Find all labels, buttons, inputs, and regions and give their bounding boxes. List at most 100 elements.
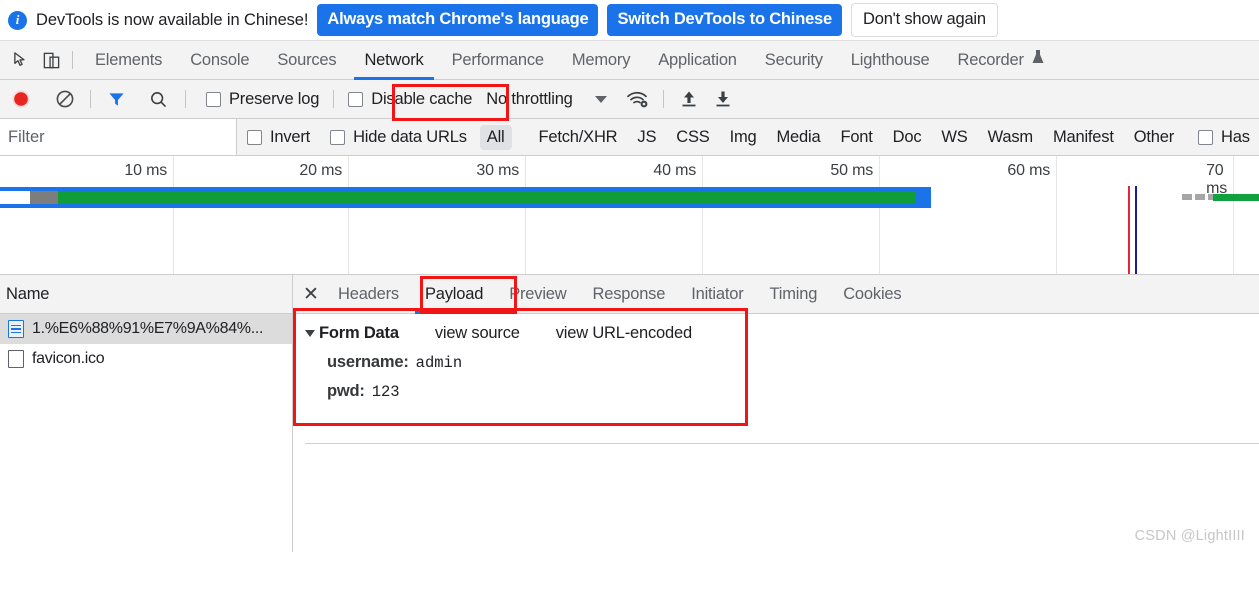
form-data-value: 123 — [371, 383, 400, 401]
preserve-log-box — [206, 91, 221, 107]
type-filter-wasm[interactable]: Wasm — [981, 125, 1040, 150]
overview-tick-label: 20 ms — [299, 162, 342, 179]
type-filter-font[interactable]: Font — [833, 125, 879, 150]
tab-lighthouse[interactable]: Lighthouse — [837, 41, 944, 80]
tab-performance[interactable]: Performance — [438, 41, 558, 80]
overview-request-bar-second — [1213, 194, 1259, 201]
hide-data-urls-box — [330, 129, 346, 145]
tab-cookies[interactable]: Cookies — [830, 275, 914, 314]
tab-security[interactable]: Security — [751, 41, 837, 80]
type-filter-fetch-xhr[interactable]: Fetch/XHR — [532, 125, 625, 150]
overview-tick-label: 70 ms — [1206, 162, 1228, 197]
preserve-log-label: Preserve log — [229, 89, 320, 108]
overview-bar-segment-queue — [30, 191, 58, 204]
type-filter-doc[interactable]: Doc — [886, 125, 929, 150]
overview-tick-label: 40 ms — [653, 162, 696, 179]
watermark: CSDN @LightIIII — [1134, 528, 1245, 544]
form-data-key: username: — [327, 353, 409, 371]
tab-payload[interactable]: Payload — [412, 275, 496, 314]
inspect-cursor-icon[interactable] — [6, 45, 36, 75]
tab-timing[interactable]: Timing — [757, 275, 831, 314]
search-icon[interactable] — [143, 84, 173, 114]
has-blocked-cookies-label: Has — [1221, 127, 1250, 146]
disable-cache-label: Disable cache — [371, 89, 473, 108]
hide-data-urls-checkbox[interactable]: Hide data URLs — [320, 128, 477, 147]
switch-devtools-to-chinese-button[interactable]: Switch DevTools to Chinese — [607, 4, 842, 36]
document-icon — [8, 320, 24, 338]
dom-content-loaded-marker — [1128, 186, 1130, 274]
toolbar-divider-5 — [662, 90, 664, 108]
request-list-pane: Name 1.%E6%88%91%E7%9A%84%... favicon.ic… — [0, 275, 293, 552]
tab-elements[interactable]: Elements — [81, 41, 176, 80]
table-row[interactable]: 1.%E6%88%91%E7%9A%84%... — [0, 314, 292, 344]
record-button-icon[interactable] — [6, 84, 36, 114]
request-detail-tabbar: ✕ Headers Payload Preview Response Initi… — [293, 275, 1259, 314]
toolbar-divider-2 — [90, 90, 91, 108]
type-filter-css[interactable]: CSS — [669, 125, 716, 150]
type-filter-media[interactable]: Media — [770, 125, 828, 150]
export-har-icon[interactable] — [706, 84, 740, 114]
device-toolbar-icon[interactable] — [36, 45, 66, 75]
info-icon: i — [8, 10, 27, 30]
toolbar-divider-4 — [333, 90, 335, 108]
devtools-language-banner: i DevTools is now available in Chinese! … — [0, 0, 1259, 41]
tab-response[interactable]: Response — [580, 275, 679, 314]
form-data-field: pwd: 123 — [327, 382, 1259, 401]
network-filter-bar: Invert Hide data URLs All Fetch/XHR JS C… — [0, 119, 1259, 156]
banner-message: DevTools is now available in Chinese! — [36, 10, 309, 29]
overview-gridline — [1233, 156, 1234, 274]
type-filter-all[interactable]: All — [479, 124, 512, 150]
triangle-expanded-icon[interactable] — [305, 330, 315, 337]
close-icon[interactable]: ✕ — [297, 280, 325, 308]
devtools-panel-tabbar: Elements Console Sources Network Perform… — [0, 41, 1259, 121]
tab-application[interactable]: Application — [644, 41, 751, 80]
type-filter-js[interactable]: JS — [630, 125, 663, 150]
overview-gridline — [525, 156, 526, 274]
overview-gridline — [173, 156, 174, 274]
tab-headers[interactable]: Headers — [325, 275, 412, 314]
tab-recorder[interactable]: Recorder — [944, 41, 1059, 80]
disable-cache-checkbox[interactable]: Disable cache — [338, 90, 482, 109]
type-filter-ws[interactable]: WS — [934, 125, 974, 150]
request-name: 1.%E6%88%91%E7%9A%84%... — [32, 320, 264, 337]
form-data-field: username: admin — [327, 353, 1259, 372]
tab-network[interactable]: Network — [350, 41, 437, 80]
tab-sources[interactable]: Sources — [263, 41, 350, 80]
tab-console[interactable]: Console — [176, 41, 263, 80]
type-filter-img[interactable]: Img — [723, 125, 764, 150]
blank-file-icon — [8, 350, 24, 368]
form-data-title: Form Data — [319, 324, 399, 342]
view-source-link[interactable]: view source — [435, 324, 520, 343]
experiment-flask-icon — [1031, 41, 1045, 80]
wifi-settings-icon[interactable] — [621, 84, 655, 114]
invert-checkbox[interactable]: Invert — [237, 128, 320, 147]
invert-box — [247, 129, 262, 145]
disable-cache-box — [348, 91, 364, 107]
request-list-header[interactable]: Name — [0, 275, 292, 314]
import-har-icon[interactable] — [672, 84, 706, 114]
type-filter-manifest[interactable]: Manifest — [1046, 125, 1121, 150]
table-row[interactable]: favicon.ico — [0, 344, 292, 374]
invert-label: Invert — [270, 127, 311, 146]
view-url-encoded-link[interactable]: view URL-encoded — [556, 324, 692, 343]
request-name: favicon.ico — [32, 350, 105, 367]
dont-show-again-button[interactable]: Don't show again — [851, 3, 998, 37]
tab-initiator[interactable]: Initiator — [678, 275, 756, 314]
always-match-language-button[interactable]: Always match Chrome's language — [317, 4, 599, 36]
filter-input[interactable] — [0, 119, 237, 155]
overview-bar-segment-blocked — [0, 191, 30, 204]
throttling-select[interactable]: No throttling — [482, 90, 576, 109]
network-split-view: Name 1.%E6%88%91%E7%9A%84%... favicon.ic… — [0, 275, 1259, 552]
network-overview-timeline[interactable]: 10 ms 20 ms 30 ms 40 ms 50 ms 60 ms 70 m… — [0, 156, 1259, 275]
preserve-log-checkbox[interactable]: Preserve log — [196, 90, 329, 109]
overview-gridline — [348, 156, 349, 274]
tab-preview[interactable]: Preview — [496, 275, 579, 314]
chevron-down-icon[interactable] — [594, 95, 607, 103]
filter-funnel-icon[interactable] — [101, 84, 131, 114]
overview-gridline — [702, 156, 703, 274]
clear-network-icon[interactable] — [50, 84, 80, 114]
has-blocked-cookies-checkbox[interactable]: Has — [1184, 128, 1259, 147]
tab-memory[interactable]: Memory — [558, 41, 644, 80]
overview-tick-label: 10 ms — [124, 162, 167, 179]
type-filter-other[interactable]: Other — [1127, 125, 1181, 150]
